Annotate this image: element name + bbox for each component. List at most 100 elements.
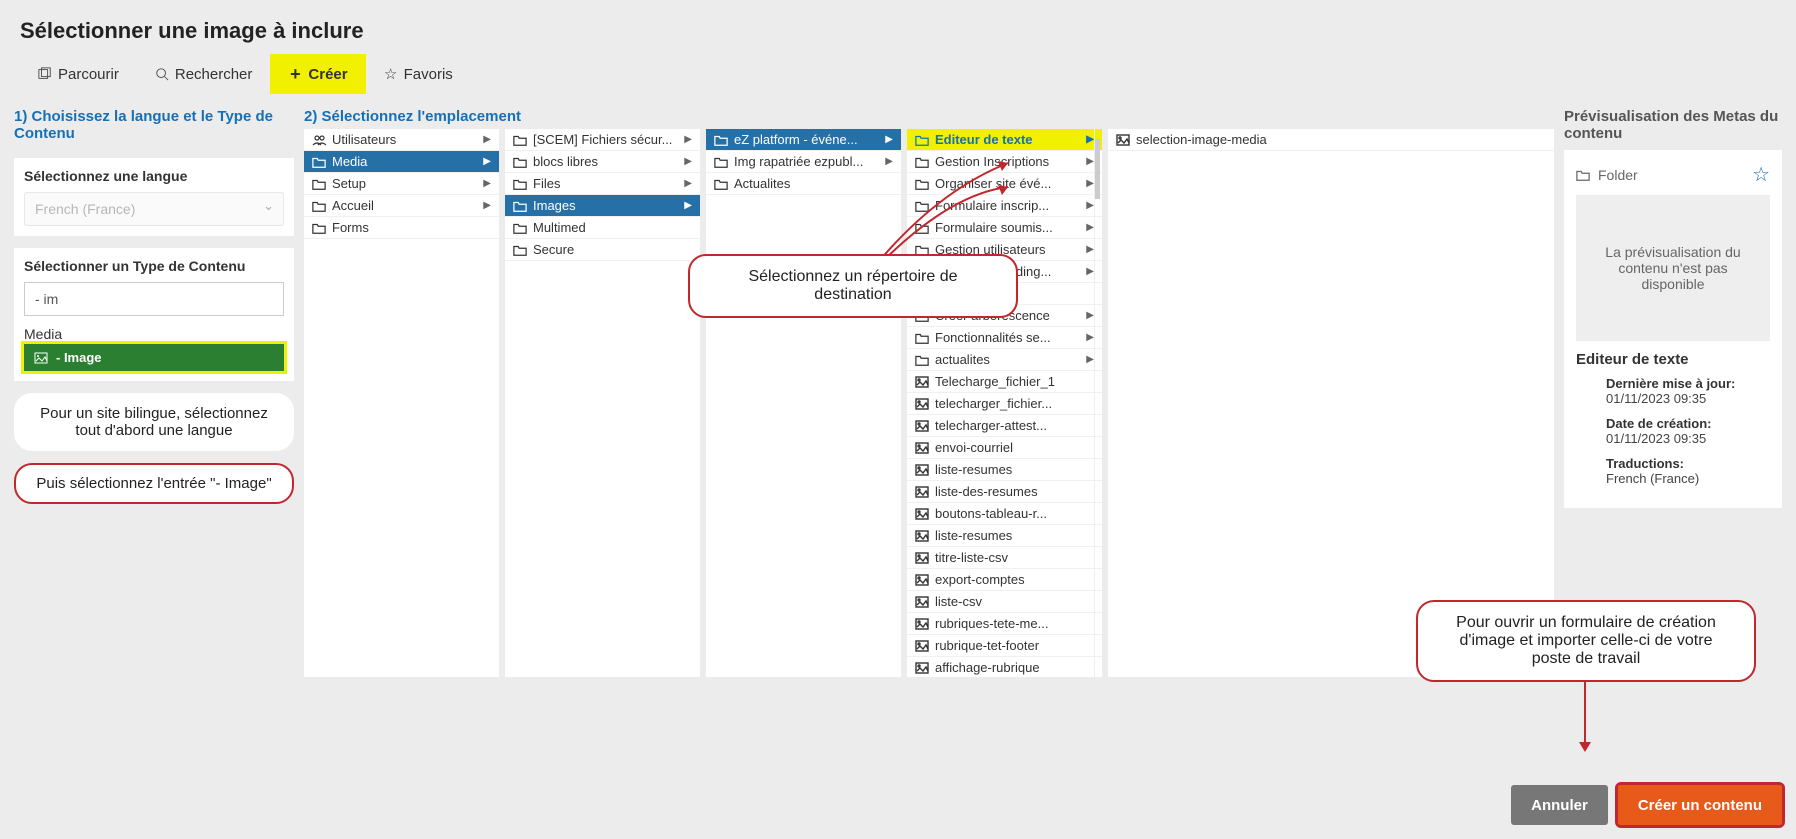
finder-item-label: liste-resumes — [935, 528, 1094, 543]
finder-item[interactable]: liste-des-resumes — [907, 481, 1102, 503]
finder-item[interactable]: telecharger-attest... — [907, 415, 1102, 437]
finder-item[interactable]: Telecharge_fichier_1 — [907, 371, 1102, 393]
tab-favorites-label: Favoris — [404, 66, 453, 83]
finder-item[interactable]: liste-resumes — [907, 525, 1102, 547]
finder-item-label: envoi-courriel — [935, 440, 1094, 455]
finder-item[interactable]: Utilisateurs▶ — [304, 129, 499, 151]
finder-item[interactable]: affichage-rubrique — [907, 657, 1102, 677]
step1-title: 1) Choisissez la langue et le Type de Co… — [14, 108, 294, 142]
tab-search[interactable]: Rechercher — [137, 54, 271, 94]
finder-item[interactable]: Setup▶ — [304, 173, 499, 195]
finder-item[interactable]: export-comptes — [907, 569, 1102, 591]
folder-icon — [513, 199, 527, 213]
finder-item[interactable]: [SCEM] Fichiers sécur...▶ — [505, 129, 700, 151]
users-icon — [312, 133, 326, 147]
finder-item[interactable]: Editeur de texte▶ — [907, 129, 1102, 151]
finder-item[interactable]: Organiser site évé...▶ — [907, 173, 1102, 195]
content-type-entry-image[interactable]: - Image — [24, 344, 284, 371]
create-content-button[interactable]: Créer un contenu — [1618, 785, 1782, 825]
finder-item-label: telecharger_fichier... — [935, 396, 1094, 411]
chevron-right-icon: ▶ — [1086, 200, 1094, 211]
image-icon — [1116, 133, 1130, 147]
tab-create[interactable]: + Créer — [270, 54, 365, 94]
finder-item[interactable]: Img rapatriée ezpubl...▶ — [706, 151, 901, 173]
chevron-right-icon: ▶ — [483, 134, 491, 145]
tab-browse[interactable]: Parcourir — [20, 54, 137, 94]
finder-item[interactable]: Actualites — [706, 173, 901, 195]
finder-item[interactable]: Formulaire inscrip...▶ — [907, 195, 1102, 217]
chevron-right-icon: ▶ — [1086, 310, 1094, 321]
finder-item[interactable]: Files▶ — [505, 173, 700, 195]
finder-item[interactable]: actualites▶ — [907, 349, 1102, 371]
finder-item[interactable]: Accueil▶ — [304, 195, 499, 217]
finder-item[interactable]: blocs libres▶ — [505, 151, 700, 173]
image-icon — [915, 375, 929, 389]
finder-item[interactable]: boutons-tableau-r... — [907, 503, 1102, 525]
finder-item[interactable]: Images ▶ — [505, 195, 700, 217]
chevron-right-icon: ▶ — [483, 178, 491, 189]
finder-item[interactable]: Gestion Inscriptions▶ — [907, 151, 1102, 173]
finder-item[interactable]: Media▶ — [304, 151, 499, 173]
finder-item-label: Fonctionnalités se... — [935, 330, 1080, 345]
finder-item-label: selection-image-media — [1136, 132, 1546, 147]
finder-item[interactable]: Formulaire soumis...▶ — [907, 217, 1102, 239]
favorite-star-icon[interactable]: ☆ — [1752, 162, 1770, 187]
chevron-right-icon: ▶ — [684, 200, 692, 211]
meta-value: 01/11/2023 09:35 — [1606, 431, 1770, 446]
folder-icon — [312, 199, 326, 213]
finder-item[interactable]: envoi-courriel — [907, 437, 1102, 459]
finder-item-label: Organiser site évé... — [935, 176, 1080, 191]
finder-item[interactable]: rubriques-tete-me... — [907, 613, 1102, 635]
content-type-entry-label: - Image — [56, 350, 102, 365]
image-icon — [915, 661, 929, 675]
tab-search-label: Rechercher — [175, 66, 253, 83]
chevron-right-icon: ▶ — [1086, 222, 1094, 233]
finder-item[interactable]: rubrique-tet-footer — [907, 635, 1102, 657]
preview-placeholder: La prévisualisation du contenu n'est pas… — [1576, 195, 1770, 341]
step2-title: 2) Sélectionnez l'emplacement — [304, 108, 1554, 125]
content-type-label: Sélectionner un Type de Contenu — [24, 258, 284, 274]
finder-item-selection-image-media[interactable]: selection-image-media — [1108, 129, 1554, 151]
language-select[interactable]: French (France) — [24, 192, 284, 226]
finder-item-label: export-comptes — [935, 572, 1094, 587]
finder-pane-3: eZ platform - événe...▶Img rapatriée ezp… — [706, 129, 901, 677]
browse-icon — [38, 67, 52, 81]
chevron-right-icon: ▶ — [885, 156, 893, 167]
finder-item[interactable]: liste-csv — [907, 591, 1102, 613]
tab-favorites[interactable]: ☆ Favoris — [366, 54, 471, 94]
folder-icon — [312, 155, 326, 169]
finder-item[interactable]: liste-resumes — [907, 459, 1102, 481]
dialog-footer: Annuler Créer un contenu — [1511, 785, 1782, 825]
preview-meta-row: Dernière mise à jour:01/11/2023 09:35 — [1606, 376, 1770, 406]
finder-item-label: Images — [533, 198, 678, 213]
meta-value: French (France) — [1606, 471, 1770, 486]
finder-item-label: liste-resumes — [935, 462, 1094, 477]
finder-item-label: Telecharge_fichier_1 — [935, 374, 1094, 389]
finder-item[interactable]: titre-liste-csv — [907, 547, 1102, 569]
scrollbar[interactable] — [1094, 129, 1100, 677]
finder-item[interactable]: Secure — [505, 239, 700, 261]
finder-item[interactable]: Fonctionnalités se...▶ — [907, 327, 1102, 349]
finder-item[interactable]: eZ platform - événe...▶ — [706, 129, 901, 151]
finder-item-label: liste-csv — [935, 594, 1094, 609]
search-icon — [155, 67, 169, 81]
chevron-right-icon: ▶ — [684, 156, 692, 167]
finder-pane-1: Utilisateurs▶Media▶Setup▶Accueil▶Forms — [304, 129, 499, 677]
finder-item-label: Gestion Inscriptions — [935, 154, 1080, 169]
image-icon — [915, 529, 929, 543]
cancel-button[interactable]: Annuler — [1511, 785, 1608, 825]
image-icon — [915, 463, 929, 477]
preview-section-title: Prévisualisation des Metas du contenu — [1564, 108, 1782, 142]
finder-item[interactable]: Forms — [304, 217, 499, 239]
tab-bar: Parcourir Rechercher + Créer ☆ Favoris — [0, 54, 1796, 94]
finder-item-label: eZ platform - événe... — [734, 132, 879, 147]
finder-item[interactable]: Multimed — [505, 217, 700, 239]
content-type-filter-input[interactable] — [24, 282, 284, 316]
folder-icon — [915, 155, 929, 169]
chevron-right-icon: ▶ — [1086, 266, 1094, 277]
image-icon — [915, 617, 929, 631]
finder-item[interactable]: telecharger_fichier... — [907, 393, 1102, 415]
finder-pane-5: selection-image-media — [1108, 129, 1554, 677]
annotation-create-button: Pour ouvrir un formulaire de création d'… — [1416, 600, 1756, 682]
folder-icon — [513, 243, 527, 257]
